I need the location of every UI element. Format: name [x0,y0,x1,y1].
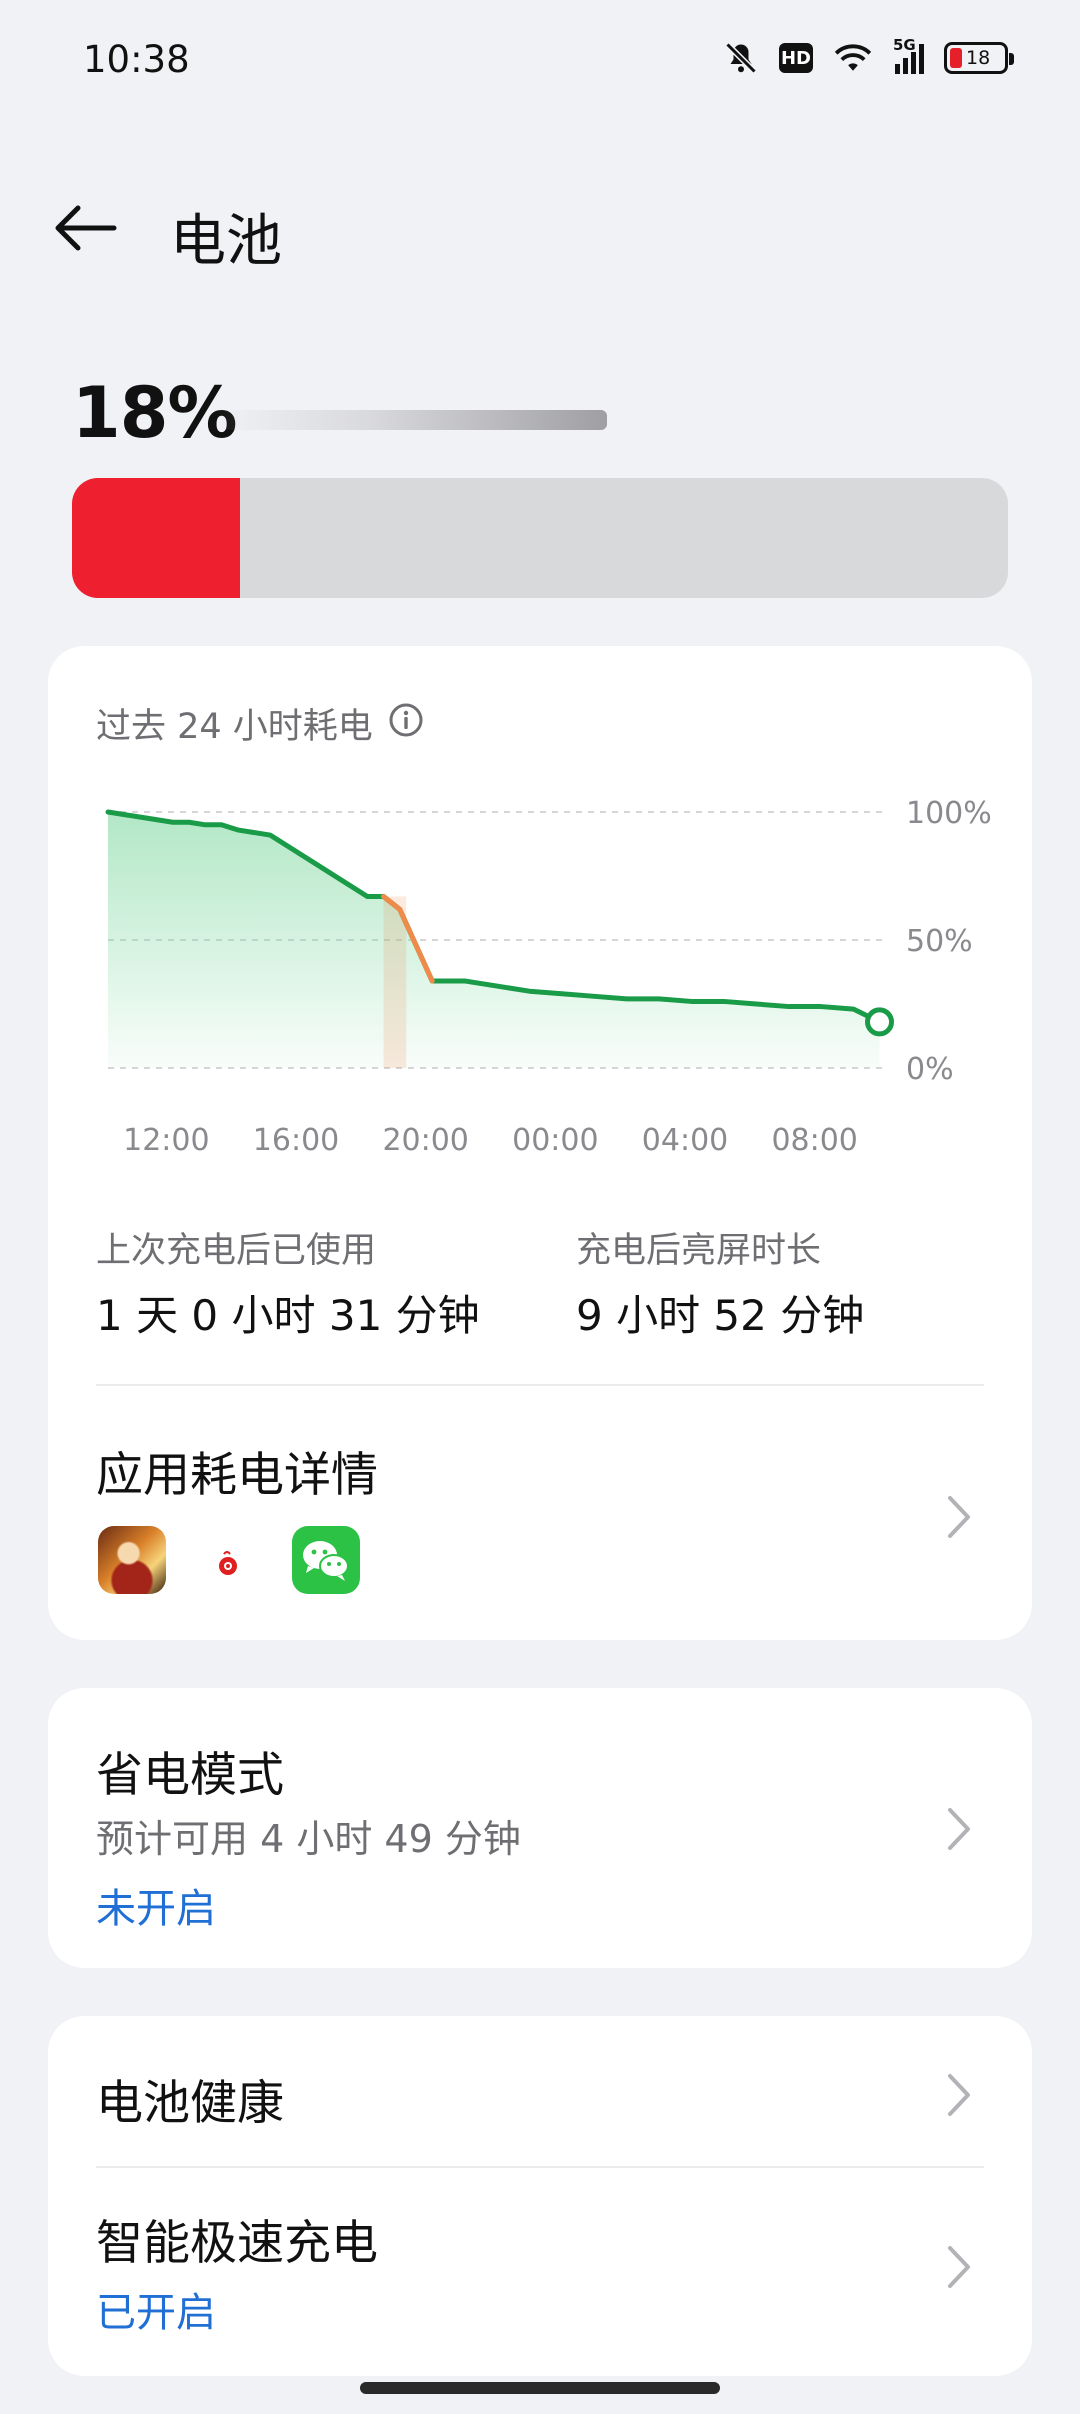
blurred-text [215,410,607,430]
y-tick-label: 100% [906,796,992,831]
x-tick-label: 20:00 [382,1123,468,1158]
chevron-right-icon [948,2074,970,2116]
x-tick-label: 00:00 [512,1123,598,1158]
app-usage-row[interactable] [48,1388,1032,1638]
wechat-icon [292,1526,360,1594]
red-dot-app-icon [202,1540,250,1588]
x-tick-label: 08:00 [771,1123,857,1158]
highlight-band [383,896,407,1068]
power-saving-status: 未开启 [96,1886,216,1932]
chevron-right-icon [948,2246,970,2288]
stat-label-used: 上次充电后已使用 [96,1231,377,1271]
y-tick-label: 50% [906,924,973,959]
divider [96,1384,984,1386]
x-tick-label: 04:00 [642,1123,728,1158]
wifi-icon [834,44,872,71]
signal-icon: 5G [893,36,924,74]
y-tick-label: 0% [906,1052,954,1087]
power-saving-estimate: 预计可用 4 小时 49 分钟 [96,1817,521,1861]
battery-health-title: 电池健康 [96,2076,284,2131]
chevron-right-icon [948,1496,970,1538]
current-point [865,1007,895,1037]
battery-number: 18 [966,46,991,69]
page-title: 电池 [170,209,282,274]
hd-icon: HD [779,43,813,73]
stat-value-screen: 9 小时 52 分钟 [576,1291,865,1340]
power-saving-title: 省电模式 [96,1748,284,1803]
battery-icon: 18 [944,42,1014,74]
battery-percent: 18% [72,372,238,454]
battery-level-fill [72,478,241,598]
battery-level-bar [72,478,1008,598]
usage-title: 过去 24 小时耗电 [96,707,373,747]
status-icons: HD 5G 18 [723,36,1014,76]
home-indicator[interactable] [360,2382,720,2394]
fast-charge-title: 智能极速充电 [96,2216,378,2271]
stat-label-screen: 充电后亮屏时长 [576,1231,822,1271]
network-type: 5G [893,36,916,54]
usage-chart: 100% 50% 0% 12:00 16:00 20:00 00:00 04:00 08:00 [105,796,992,1158]
x-tick-label: 12:00 [123,1123,209,1158]
bell-off-icon [725,42,757,74]
fast-charge-status: 已开启 [96,2290,216,2336]
status-time: 10:38 [83,38,190,81]
x-tick-label: 16:00 [253,1123,339,1158]
app-usage-title: 应用耗电详情 [96,1448,378,1503]
chevron-right-icon [948,1808,970,1850]
stat-value-used: 1 天 0 小时 31 分钟 [96,1291,480,1340]
arrow-left-icon[interactable] [52,200,120,256]
game-app-icon [98,1526,166,1594]
info-icon[interactable] [388,702,424,738]
